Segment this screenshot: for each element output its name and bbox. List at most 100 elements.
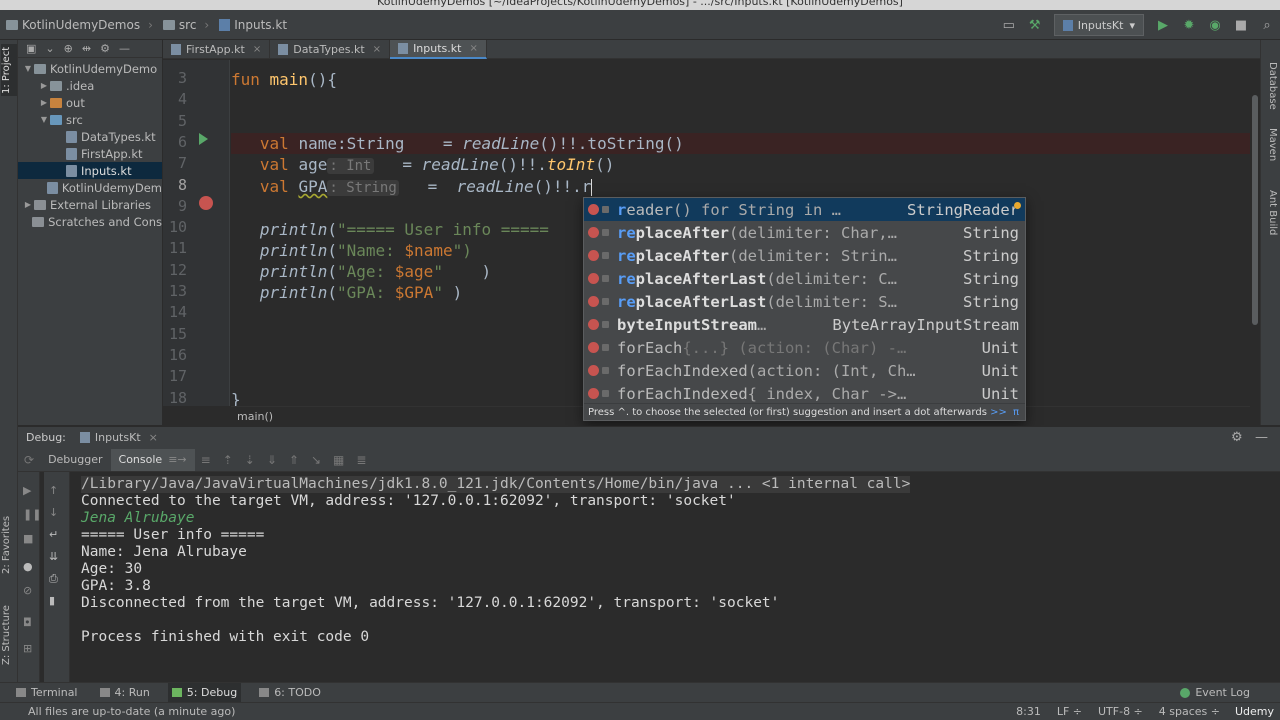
coverage-icon[interactable]: ◉ bbox=[1204, 14, 1226, 36]
tab-ant-build[interactable]: Ant Build bbox=[1262, 190, 1278, 244]
run-to-cursor-icon[interactable]: ↘ bbox=[311, 453, 321, 467]
scroll-to-end-icon[interactable]: ⇊ bbox=[49, 550, 58, 563]
chevron-icon[interactable]: ▶ bbox=[22, 200, 34, 209]
print-icon[interactable]: ⎙ bbox=[49, 572, 58, 586]
breadcrumb-src[interactable]: src › bbox=[162, 18, 209, 32]
tree-item[interactable]: FirstApp.kt bbox=[18, 145, 162, 162]
scroll-from-source-icon[interactable]: ⊕ bbox=[64, 42, 73, 55]
completion-item[interactable]: forEachIndexed { index, Char ->… Unit bbox=[584, 382, 1025, 405]
caret-position[interactable]: 8:31 bbox=[1016, 705, 1041, 718]
tree-item[interactable]: Inputs.kt bbox=[18, 162, 162, 179]
breadcrumb-project[interactable]: KotlinUdemyDemos › bbox=[6, 18, 153, 32]
completion-item[interactable]: forEach {...} (action: (Char) -… Unit bbox=[584, 336, 1025, 359]
close-icon[interactable]: × bbox=[373, 44, 381, 55]
mute-breakpoints-icon[interactable]: ⊘ bbox=[23, 584, 32, 597]
completion-item[interactable]: byteInputStream… ByteArrayInputStream bbox=[584, 313, 1025, 336]
tree-item[interactable]: ▼ KotlinUdemyDemo bbox=[18, 60, 162, 77]
tab-debugger[interactable]: Debugger bbox=[40, 449, 110, 471]
hide-icon[interactable]: — bbox=[119, 42, 130, 55]
pi-icon[interactable]: π bbox=[1013, 404, 1019, 421]
debug-session-tab[interactable]: InputsKt bbox=[95, 431, 141, 444]
tree-item[interactable]: Scratches and Cons bbox=[18, 213, 162, 230]
completion-more-link[interactable]: >> bbox=[990, 407, 1007, 418]
editor-tab[interactable]: FirstApp.kt × bbox=[163, 40, 271, 59]
collapse-icon[interactable]: ⇹ bbox=[82, 42, 91, 55]
tab-database[interactable]: Database bbox=[1262, 62, 1278, 110]
tree-item[interactable]: ▼ src bbox=[18, 111, 162, 128]
layout-icon[interactable]: ▭ bbox=[998, 14, 1020, 36]
file-encoding[interactable]: UTF-8 ÷ bbox=[1098, 705, 1143, 718]
chevron-icon[interactable]: ▶ bbox=[38, 81, 50, 90]
tree-item[interactable]: ▶ External Libraries bbox=[18, 196, 162, 213]
tab-favorites[interactable]: 2: Favorites bbox=[1, 510, 17, 580]
frames-icon[interactable]: ≣ bbox=[356, 453, 366, 467]
bottom-tab[interactable]: 6: TODO bbox=[255, 683, 325, 703]
tab-structure[interactable]: Z: Structure bbox=[1, 600, 17, 670]
step-into-icon[interactable]: ⇣ bbox=[245, 453, 255, 467]
completion-item[interactable]: re placeAfter (delimiter: Strin… String bbox=[584, 244, 1025, 267]
project-toolbar: ▣ ⌄ ⊕ ⇹ ⚙ — bbox=[18, 40, 162, 58]
breakpoints-icon[interactable]: ● bbox=[23, 560, 33, 573]
up-icon[interactable]: ↑ bbox=[49, 484, 58, 497]
method-icon bbox=[588, 342, 599, 353]
breadcrumb-file[interactable]: Inputs.kt bbox=[219, 18, 287, 32]
stop-icon[interactable]: ■ bbox=[23, 532, 33, 545]
bottom-tab[interactable]: Terminal bbox=[12, 683, 82, 703]
resume-icon[interactable]: ▶ bbox=[23, 484, 31, 497]
project-view-icon[interactable]: ▣ bbox=[26, 42, 36, 55]
close-icon[interactable]: × bbox=[469, 43, 477, 54]
layout-icon[interactable]: ⊞ bbox=[23, 642, 32, 655]
completion-item[interactable]: forEachIndexed (action: (Int, Ch… Unit bbox=[584, 359, 1025, 382]
gear-icon[interactable]: ⚙ bbox=[100, 42, 110, 55]
completion-item[interactable]: re placeAfter (delimiter: Char,… String bbox=[584, 221, 1025, 244]
tree-item[interactable]: DataTypes.kt bbox=[18, 128, 162, 145]
bottom-tab[interactable]: 4: Run bbox=[96, 683, 154, 703]
tab-project[interactable]: 1: Project bbox=[1, 44, 17, 96]
method-icon bbox=[588, 204, 599, 215]
soft-wrap-icon[interactable]: ↵ bbox=[49, 528, 58, 541]
bottom-tool-tabs: Terminal 4: Run 5: Debug 6: TODO Event Log bbox=[0, 682, 1280, 703]
chevron-icon[interactable]: ▶ bbox=[38, 98, 50, 107]
chevron-icon[interactable]: ▼ bbox=[38, 115, 50, 124]
debug-bug-icon[interactable]: ✹ bbox=[1178, 14, 1200, 36]
run-icon[interactable]: ▶ bbox=[1152, 14, 1174, 36]
gear-icon[interactable]: ⚙ — bbox=[1231, 430, 1268, 445]
tree-item[interactable]: ▶ out bbox=[18, 94, 162, 111]
step-out-icon[interactable]: ⇑ bbox=[289, 453, 299, 467]
camera-icon[interactable]: ◘ bbox=[23, 616, 32, 629]
indent-setting[interactable]: 4 spaces ÷ bbox=[1159, 705, 1220, 718]
step-over-icon[interactable]: ⇡ bbox=[223, 453, 233, 467]
star-icon bbox=[1014, 202, 1021, 209]
run-configuration-select[interactable]: InputsKt ▾ bbox=[1053, 14, 1144, 36]
completion-item[interactable]: r eader() for String in … StringReader bbox=[584, 198, 1025, 221]
editor-tab[interactable]: DataTypes.kt × bbox=[270, 40, 391, 59]
line-separator[interactable]: LF ÷ bbox=[1057, 705, 1082, 718]
restart-icon[interactable]: ⟳ bbox=[24, 453, 34, 467]
editor-scrollbar[interactable] bbox=[1252, 95, 1258, 325]
tree-item[interactable]: KotlinUdemyDem bbox=[18, 179, 162, 196]
search-icon[interactable]: ⌕ bbox=[1256, 14, 1278, 36]
tab-console[interactable]: Console ≡→ bbox=[110, 448, 195, 471]
editor-tab[interactable]: Inputs.kt × bbox=[390, 40, 487, 59]
delete-icon[interactable]: ▮ bbox=[49, 594, 55, 607]
tree-item[interactable]: ▶ .idea bbox=[18, 77, 162, 94]
pause-icon[interactable]: ❚❚ bbox=[23, 508, 41, 521]
dropdown-icon[interactable]: ⌄ bbox=[45, 42, 54, 55]
close-icon[interactable]: × bbox=[253, 44, 261, 55]
completion-item[interactable]: re placeAfterLast (delimiter: S… String bbox=[584, 290, 1025, 313]
completion-item[interactable]: re placeAfterLast (delimiter: C… String bbox=[584, 267, 1025, 290]
tab-maven[interactable]: Maven bbox=[1262, 128, 1278, 168]
down-icon[interactable]: ↓ bbox=[49, 506, 58, 519]
build-hammer-icon[interactable]: ⚒ bbox=[1024, 14, 1046, 36]
close-icon[interactable]: × bbox=[149, 431, 158, 444]
breakpoint-icon[interactable] bbox=[199, 196, 213, 210]
step-icon[interactable]: ≡ bbox=[201, 453, 211, 467]
run-gutter-icon[interactable] bbox=[199, 133, 208, 145]
debug-console[interactable]: /Library/Java/JavaVirtualMachines/jdk1.8… bbox=[71, 472, 1280, 682]
evaluate-icon[interactable]: ▦ bbox=[333, 453, 344, 467]
chevron-icon[interactable]: ▼ bbox=[22, 64, 34, 73]
force-step-icon[interactable]: ⇓ bbox=[267, 453, 277, 467]
stop-icon[interactable]: ■ bbox=[1230, 14, 1252, 36]
bottom-tab[interactable]: 5: Debug bbox=[167, 682, 242, 703]
event-log-button[interactable]: Event Log bbox=[1180, 686, 1250, 699]
